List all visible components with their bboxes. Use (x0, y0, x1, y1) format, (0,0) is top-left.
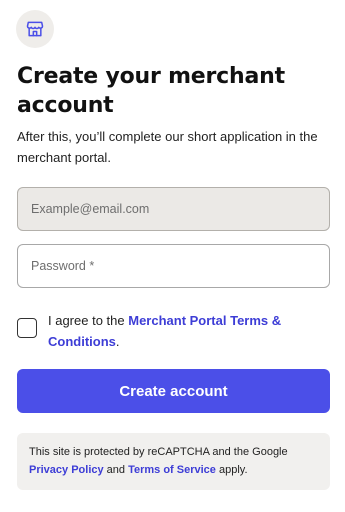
recaptcha-prefix: This site is protected by reCAPTCHA and … (29, 446, 288, 458)
terms-of-service-link[interactable]: Terms of Service (128, 464, 216, 476)
intro-text: After this, you’ll complete our short ap… (17, 129, 318, 165)
create-account-button[interactable]: Create account (17, 369, 330, 413)
storefront-icon (26, 21, 44, 37)
recaptcha-suffix: apply. (215, 464, 248, 476)
recaptcha-middle: and (103, 464, 129, 476)
terms-suffix: . (115, 334, 120, 349)
recaptcha-notice: This site is protected by reCAPTCHA and … (17, 433, 330, 490)
brand-logo (16, 10, 54, 48)
terms-checkbox[interactable] (17, 318, 37, 338)
terms-label: I agree to the Merchant Portal Terms & C… (48, 310, 313, 352)
terms-prefix: I agree to the (48, 313, 129, 328)
email-field[interactable] (17, 187, 330, 231)
password-field[interactable] (17, 244, 330, 288)
page-title: Create your merchant account (17, 64, 285, 118)
privacy-policy-link[interactable]: Privacy Policy (29, 464, 104, 476)
